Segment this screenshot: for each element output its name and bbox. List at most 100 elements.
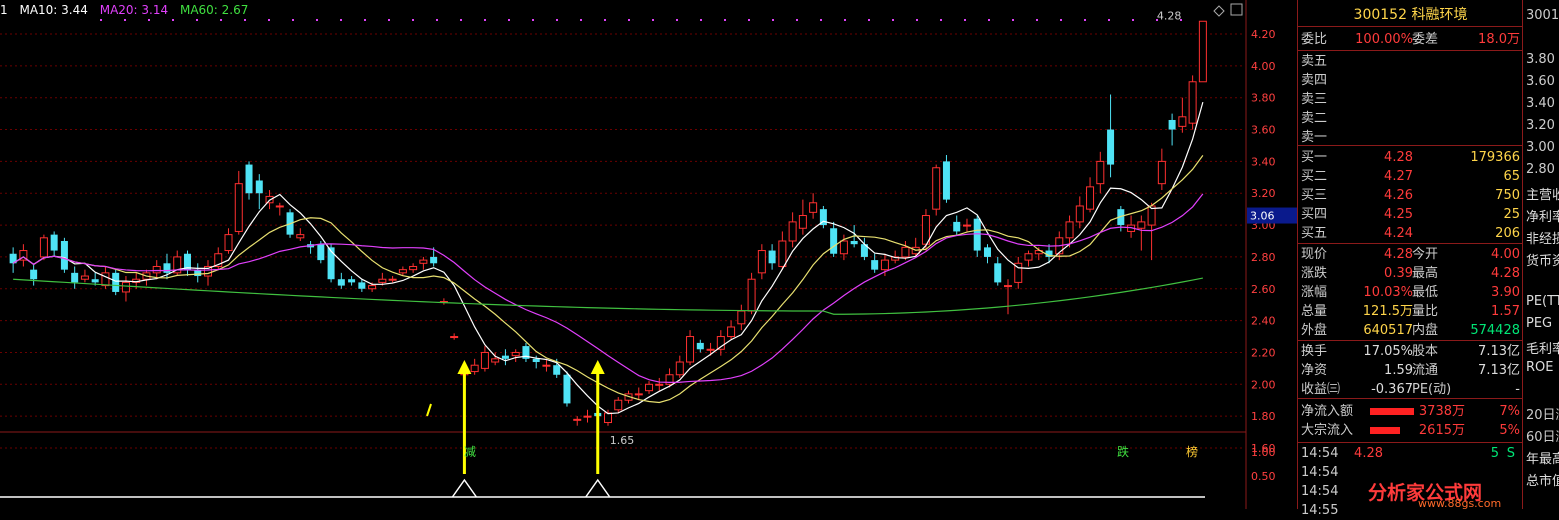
right-strip-item: 非经损 <box>1526 232 1559 247</box>
candle-body <box>532 358 540 363</box>
current-price-label: 3.06 <box>1250 210 1275 223</box>
candle-body <box>470 364 479 373</box>
candle-body <box>430 256 438 264</box>
candle-body <box>112 272 120 292</box>
ma5-line <box>12 101 1204 415</box>
top-marker <box>964 19 966 21</box>
candle-body <box>450 336 459 339</box>
top-marker <box>772 19 774 21</box>
right-strip-item: 3.20 <box>1526 118 1555 133</box>
top-marker <box>364 19 366 21</box>
price-tick-label: 4.20 <box>1251 28 1276 41</box>
ask-row: 卖三 <box>1298 90 1523 109</box>
candle-body <box>50 234 58 251</box>
top-marker <box>460 19 462 21</box>
flow-row: 大宗流入 2615万 5% <box>1301 423 1520 438</box>
ask-label: 卖四 <box>1301 73 1328 88</box>
bid-row: 买三 4.26 750 <box>1298 186 1523 205</box>
candle-body <box>737 310 746 325</box>
kline-svg[interactable]: 4.204.003.803.603.403.203.002.802.602.40… <box>0 0 1297 509</box>
price-tick-label: 3.60 <box>1251 124 1276 137</box>
candle-body <box>1137 221 1146 229</box>
signal-peak <box>585 478 611 498</box>
top-marker <box>892 19 894 21</box>
candle-body <box>1065 221 1074 239</box>
low-price-label: 1.65 <box>610 434 635 447</box>
right-strip-item: 货币资 <box>1526 254 1559 269</box>
stat-row: 外盘 640517 内盘 574428 <box>1301 323 1520 338</box>
legend-ma10: MA10: 3.44 <box>19 3 88 17</box>
top-marker <box>508 19 510 21</box>
top-marker <box>100 19 102 21</box>
ask-label: 卖二 <box>1301 111 1328 126</box>
right-strip-item: ROE <box>1526 360 1554 375</box>
candle-body <box>348 279 356 283</box>
kline-chart[interactable]: 4.20 4.00 3.80 3.60 3.40 3.20 3.00 2.80 2.60 2.40… <box>0 0 1297 509</box>
candle-body <box>747 278 756 312</box>
stat-row: 涨幅 10.03% 最低 3.90 <box>1301 285 1520 300</box>
top-marker <box>1108 19 1110 21</box>
legend-period: 1 <box>0 3 8 17</box>
top-marker <box>292 19 294 21</box>
signal-peak <box>451 478 478 498</box>
candle-body <box>1024 253 1033 261</box>
price-tick-label: 3.20 <box>1251 187 1276 200</box>
bid-row: 买二 4.27 65 <box>1298 167 1523 186</box>
candle-body <box>1075 205 1084 223</box>
top-marker <box>676 19 678 21</box>
small-arrow <box>426 403 432 417</box>
bid-row: 买一 4.28 179366 <box>1298 148 1523 167</box>
candle-body <box>1188 81 1197 124</box>
top-marker <box>868 19 870 21</box>
right-strip-item: 3.00 <box>1526 140 1555 155</box>
price-tick-label: 2.80 <box>1251 251 1276 264</box>
tag-die: 跌 <box>1117 444 1129 459</box>
candle-body <box>553 365 561 375</box>
candle-body <box>634 393 643 396</box>
top-marker <box>1060 19 1062 21</box>
right-strip-item: 净利率 <box>1526 210 1559 225</box>
candle-body <box>317 244 325 261</box>
top-marker <box>412 19 414 21</box>
candle-body <box>1168 119 1176 130</box>
sub-tick-label: 0.50 <box>1251 470 1276 483</box>
top-marker <box>1084 19 1086 21</box>
tag-bang: 榜 <box>1186 444 1198 459</box>
stat-row: 涨跌 0.39 最高 4.28 <box>1301 266 1520 281</box>
high-price-label: 4.28 <box>1157 9 1182 22</box>
top-marker <box>604 19 606 21</box>
candle-body <box>409 265 418 271</box>
candle-body <box>245 164 253 194</box>
top-marker <box>316 19 318 21</box>
ma10-line <box>12 154 1204 404</box>
flow-row: 净流入额 3738万 7% <box>1301 404 1520 419</box>
candle-body <box>511 351 520 357</box>
weibi-row: 委比 100.00% 委差 18.0万 <box>1301 32 1520 47</box>
bid-volume: 179366 <box>1470 150 1520 165</box>
top-marker <box>628 19 630 21</box>
ask-row: 卖五 <box>1298 52 1523 71</box>
bid-row: 买五 4.24 206 <box>1298 224 1523 243</box>
tag-jian: 减 <box>464 445 476 459</box>
candle-body <box>1004 285 1012 288</box>
buy-arrow-head <box>590 360 605 374</box>
top-marker <box>748 19 750 21</box>
candle-body <box>727 326 736 338</box>
bid-label: 买五 <box>1301 226 1328 241</box>
top-marker <box>1036 19 1038 21</box>
right-strip-item: 主营收 <box>1526 188 1559 203</box>
stat2-row: 净资 1.59 流通 7.13亿 <box>1301 363 1520 378</box>
price-tick-label: 2.00 <box>1251 378 1276 391</box>
legend-ma20: MA20: 3.14 <box>99 3 169 17</box>
bid-price: 4.26 <box>1384 188 1413 203</box>
candle-body <box>573 418 582 421</box>
candle-body <box>398 269 407 274</box>
candle-body <box>655 383 664 386</box>
candle-body <box>491 358 500 363</box>
bid-label: 买一 <box>1301 150 1328 165</box>
top-marker <box>172 19 174 21</box>
bid-volume: 206 <box>1495 226 1520 241</box>
bid-label: 买四 <box>1301 207 1328 222</box>
legend-ma60: MA60: 2.67 <box>179 3 249 17</box>
candle-body <box>1157 160 1166 185</box>
